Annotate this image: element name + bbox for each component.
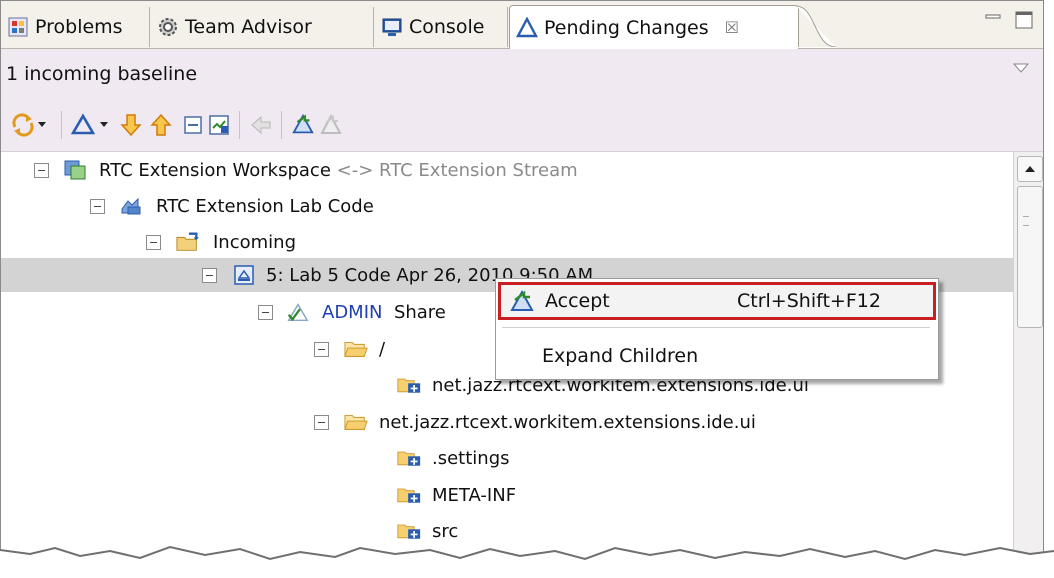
tree-row-label: RTC Extension Lab Code [156,195,374,217]
collapse-toggle-icon[interactable] [258,304,273,320]
menu-item-label: Accept [545,290,610,312]
view-menu-icon[interactable] [1012,59,1030,78]
change-set-icon[interactable] [71,113,95,137]
component-icon [118,195,142,217]
change-set-author: ADMIN [322,301,383,323]
collapse-toggle-icon[interactable] [202,267,217,283]
tab-console[interactable]: Console [375,7,508,47]
view-header: 1 incoming baseline [1,49,1043,101]
tab-problems[interactable]: Problems [1,7,150,47]
change-set-comment: Share [393,301,446,323]
folder-icon [344,411,368,433]
tab-pending-changes[interactable]: Pending Changes ☒ [509,5,799,49]
maximize-icon[interactable] [1015,11,1033,33]
view-tab-strip: Problems Team Advisor Console Pending Ch… [1,1,1043,49]
pending-changes-icon [516,16,538,39]
toolbar-separator [239,111,240,139]
synchronize-icon[interactable] [11,113,35,137]
close-icon[interactable]: ☒ [725,18,739,37]
scrollbar-thumb[interactable] [1017,186,1043,328]
team-advisor-icon [157,16,179,38]
tree-row-label: src [432,520,459,542]
new-folder-icon [397,447,421,469]
tab-label: Problems [35,16,123,38]
tree-row-label: Incoming [213,231,296,253]
accept-icon [509,289,534,313]
new-folder-icon [397,484,421,506]
menu-item-label: Expand Children [542,345,699,367]
tree-row-label: RTC Extension Workspace <-> RTC Extensio… [99,160,578,181]
deliver-up-arrow-icon[interactable] [149,113,173,137]
context-menu: Accept Ctrl+Shift+F12 Expand Children [495,278,939,380]
view-toolbar [1,101,1043,152]
pending-changes-view: Problems Team Advisor Console Pending Ch… [0,0,1044,572]
collapse-toggle-icon[interactable] [90,198,105,214]
tree-row-workspace[interactable]: RTC Extension Workspace <-> RTC Extensio… [1,153,1013,187]
minimize-icon[interactable] [985,11,1001,27]
menu-item-shortcut: Ctrl+Shift+F12 [737,290,881,312]
tree-row-folder[interactable]: net.jazz.rtcext.workitem.extensions.ide.… [1,405,1013,439]
collapse-toggle-icon[interactable] [146,234,161,250]
new-folder-icon [397,520,421,542]
tab-curve-decoration [796,5,836,48]
console-icon [381,16,403,38]
workspace-name: RTC Extension Workspace [99,159,331,181]
menu-separator [502,327,930,328]
tree-row-incoming[interactable]: Incoming [1,225,1013,259]
disabled-accept-icon[interactable] [319,113,343,137]
disabled-action-icon[interactable] [249,113,273,137]
tab-label: Pending Changes [544,16,709,39]
tab-label: Console [409,16,485,38]
scroll-up-icon[interactable] [1017,156,1043,182]
folder-icon [344,338,368,360]
dropdown-icon[interactable] [35,113,49,137]
tree-row-label: META-INF [432,484,517,506]
torn-edge-decoration [0,545,1054,578]
workspace-icon [63,159,87,181]
tree-row-label: ADMIN Share [322,302,446,323]
dropdown-icon[interactable] [97,113,111,137]
menu-item-accept[interactable]: Accept Ctrl+Shift+F12 [498,282,936,320]
tree-row-label: net.jazz.rtcext.workitem.extensions.ide.… [379,411,756,433]
new-folder-icon [397,374,421,396]
collapse-toggle-icon[interactable] [314,341,329,357]
flow-target-stream: <-> RTC Extension Stream [330,159,578,181]
tree-row-label: .settings [432,447,510,469]
toolbar-separator [281,111,282,139]
tree-row-new-folder[interactable]: META-INF [1,478,1013,512]
accept-down-arrow-icon[interactable] [119,113,143,137]
problems-icon [7,16,29,38]
collapse-toggle-icon[interactable] [314,414,329,430]
baseline-icon [232,264,256,286]
tree-row-new-folder[interactable]: .settings [1,441,1013,475]
tree-vertical-scrollbar[interactable] [1013,152,1043,571]
incoming-folder-icon [176,231,200,253]
scrollbar-grip [1023,216,1029,226]
toolbar-separator [61,111,62,139]
expand-icon[interactable] [207,113,231,137]
collapse-all-icon[interactable] [181,113,205,137]
collapse-toggle-icon[interactable] [34,162,49,178]
incoming-baseline-status: 1 incoming baseline [6,63,198,85]
tab-team-advisor[interactable]: Team Advisor [151,7,374,47]
accept-incoming-icon[interactable] [291,113,315,137]
change-set-icon [286,301,310,323]
tree-row-component[interactable]: RTC Extension Lab Code [1,189,1013,223]
menu-item-expand-children[interactable]: Expand Children [498,337,936,375]
tab-label: Team Advisor [185,16,312,38]
tree-row-label: / [379,338,386,360]
